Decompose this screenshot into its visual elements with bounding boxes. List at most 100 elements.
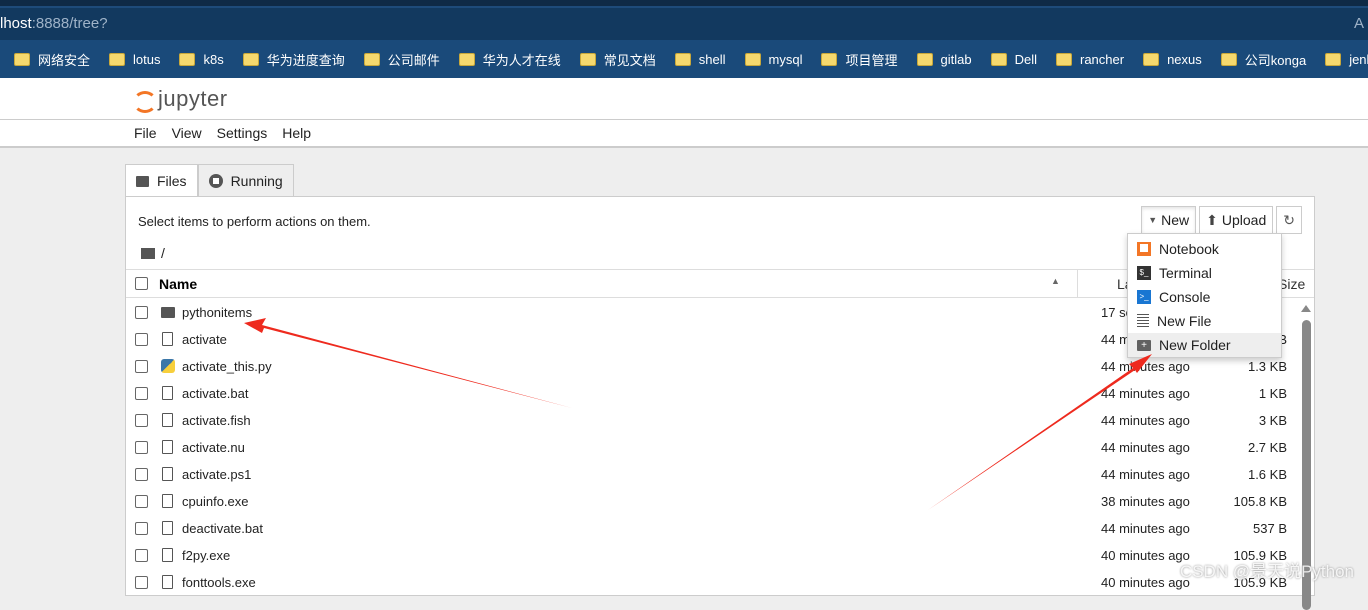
row-checkbox[interactable] (135, 387, 148, 400)
address-bar[interactable]: lhost:8888/tree? A (0, 8, 1368, 40)
row-checkbox[interactable] (135, 576, 148, 589)
table-row[interactable]: activate.ps1 44 minutes ago 1.6 KB (126, 461, 1301, 488)
bookmark-label: 公司邮件 (387, 52, 440, 68)
menu-item-label: New Folder (1159, 337, 1231, 353)
menu-item-label: Notebook (1159, 241, 1219, 257)
bookmark-label: jenkins (1349, 51, 1368, 67)
row-checkbox[interactable] (135, 549, 148, 562)
jupyter-logo[interactable]: jupyter (132, 86, 228, 113)
table-row[interactable]: activate_this.py 44 minutes ago 1.3 KB (126, 353, 1301, 380)
menu-item-new-folder[interactable]: + New Folder (1128, 333, 1281, 357)
row-checkbox[interactable] (135, 333, 148, 346)
menu-item-notebook[interactable]: Notebook (1128, 237, 1281, 261)
bookmark-item[interactable]: 项目管理 (821, 50, 898, 69)
row-checkbox[interactable] (135, 522, 148, 535)
reader-mode-icon[interactable]: A (1354, 8, 1364, 40)
stop-icon (208, 174, 223, 188)
file-size: 2.7 KB (1247, 440, 1287, 455)
bookmark-item[interactable]: rancher (1055, 52, 1124, 67)
bookmark-item[interactable]: k8s (179, 52, 224, 67)
folder-icon (744, 52, 761, 66)
file-size: 1.3 KB (1247, 359, 1287, 374)
file-name-link[interactable]: activate_this.py (182, 359, 272, 374)
upload-button[interactable]: ⬆ Upload (1199, 206, 1274, 234)
bookmark-item[interactable]: nexus (1143, 52, 1202, 67)
file-name-link[interactable]: pythonitems (182, 305, 252, 320)
table-row[interactable]: f2py.exe 40 minutes ago 105.9 KB (126, 542, 1301, 569)
menu-item-console[interactable]: >_ Console (1128, 285, 1281, 309)
row-checkbox[interactable] (135, 495, 148, 508)
column-name[interactable]: Name (159, 276, 197, 292)
table-row[interactable]: cpuinfo.exe 38 minutes ago 105.8 KB (126, 488, 1301, 515)
folder-icon (1220, 52, 1237, 66)
bookmark-item[interactable]: jenkins (1325, 52, 1368, 67)
row-checkbox[interactable] (135, 441, 148, 454)
file-name-link[interactable]: activate.bat (182, 386, 249, 401)
folder-icon (1143, 52, 1160, 66)
bookmark-label: 常见文档 (603, 52, 656, 68)
bookmark-label: Dell (1014, 51, 1037, 67)
row-checkbox[interactable] (135, 306, 148, 319)
file-name-link[interactable]: activate.nu (182, 440, 245, 455)
row-checkbox[interactable] (135, 360, 148, 373)
sort-asc-icon[interactable]: ▲ (1051, 276, 1060, 286)
bookmark-label: 华为进度查询 (266, 52, 345, 68)
file-name-link[interactable]: deactivate.bat (182, 521, 263, 536)
row-checkbox[interactable] (135, 468, 148, 481)
bookmark-item[interactable]: gitlab (916, 52, 972, 67)
bookmark-item[interactable]: shell (674, 52, 726, 67)
table-row[interactable]: activate.bat 44 minutes ago 1 KB (126, 380, 1301, 407)
file-name-link[interactable]: activate.ps1 (182, 467, 251, 482)
column-size[interactable]: Size (1278, 276, 1305, 292)
table-row[interactable]: activate.fish 44 minutes ago 3 KB (126, 407, 1301, 434)
bookmark-item[interactable]: Dell (990, 51, 1037, 67)
menu-settings[interactable]: Settings (217, 120, 268, 146)
table-row[interactable]: pythonitems 17 se (126, 299, 1301, 326)
bookmark-label: mysql (768, 51, 803, 67)
bookmark-item[interactable]: 公司邮件 (363, 50, 440, 69)
menu-file[interactable]: File (134, 120, 157, 146)
table-row[interactable]: activate 44 mB (126, 326, 1301, 353)
file-name-link[interactable]: cpuinfo.exe (182, 494, 249, 509)
last-modified: 44 minutes ago (1101, 386, 1190, 401)
file-icon (162, 575, 173, 589)
folder-icon (161, 307, 175, 318)
bookmark-item[interactable]: 华为进度查询 (242, 50, 345, 69)
menu-item-new-file[interactable]: New File (1128, 309, 1281, 333)
tab-files[interactable]: Files (125, 164, 198, 197)
menu-view[interactable]: View (172, 120, 202, 146)
file-icon (162, 440, 173, 454)
table-row[interactable]: deactivate.bat 44 minutes ago 537 B (126, 515, 1301, 542)
bookmark-item[interactable]: 华为人才在线 (458, 50, 561, 69)
new-folder-icon: + (1137, 339, 1151, 351)
table-row[interactable]: fonttools.exe 40 minutes ago 105.9 KB (126, 569, 1301, 596)
file-name-link[interactable]: f2py.exe (182, 548, 230, 563)
upload-label: Upload (1221, 212, 1267, 228)
folder-icon (579, 52, 596, 66)
bookmark-item[interactable]: 网络安全 (14, 50, 90, 69)
select-all-checkbox[interactable] (135, 277, 148, 290)
file-name-link[interactable]: activate (182, 332, 227, 347)
bookmark-item[interactable]: mysql (744, 51, 803, 67)
file-name-link[interactable]: activate.fish (182, 413, 251, 428)
bookmarks-bar: 网络安全 lotus k8s 华为进度查询 公司邮件 华为人才在线 常见文档 shell mys… (0, 40, 1368, 78)
menu-item-terminal[interactable]: $_ Terminal (1128, 261, 1281, 285)
new-button[interactable]: ▼ New (1141, 206, 1197, 234)
folder-icon (136, 175, 149, 187)
scroll-up-icon[interactable] (1301, 305, 1311, 312)
breadcrumb[interactable]: / (141, 245, 165, 261)
menu-help[interactable]: Help (282, 120, 311, 146)
bookmark-item[interactable]: 公司konga (1220, 50, 1306, 69)
url-host: lhost (0, 15, 32, 32)
refresh-button[interactable]: ↻ (1276, 206, 1302, 234)
table-row[interactable]: activate.nu 44 minutes ago 2.7 KB (126, 434, 1301, 461)
last-modified: 40 minutes ago (1101, 548, 1190, 563)
tab-running[interactable]: Running (197, 164, 294, 197)
bookmark-item[interactable]: 常见文档 (579, 50, 656, 69)
file-size: 537 B (1253, 521, 1287, 536)
new-dropdown-menu: Notebook $_ Terminal >_ Console New File +… (1127, 233, 1282, 358)
breadcrumb-root[interactable]: / (161, 245, 165, 261)
bookmark-item[interactable]: lotus (109, 52, 160, 67)
row-checkbox[interactable] (135, 414, 148, 427)
file-name-link[interactable]: fonttools.exe (182, 575, 256, 590)
